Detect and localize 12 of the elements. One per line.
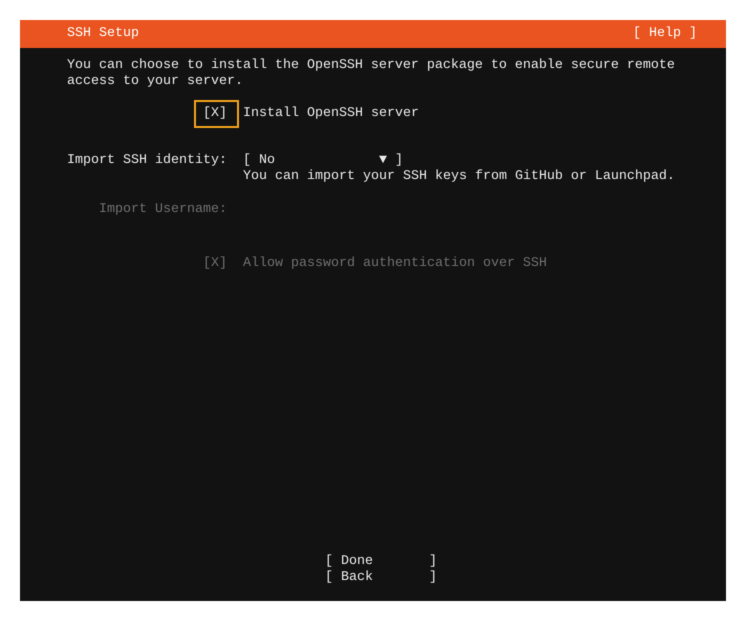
field-label: Import SSH identity: (67, 153, 227, 169)
back-button[interactable]: [ Back ] (325, 570, 437, 586)
checkbox-label: Install OpenSSH server (243, 106, 420, 122)
screen-title: SSH Setup (67, 26, 139, 42)
field-label: Import Username: (99, 202, 227, 218)
identity-dropdown[interactable]: [ No ▼ ] (243, 153, 403, 169)
help-button[interactable]: [ Help ] (633, 26, 697, 42)
hint-text: You can import your SSH keys from GitHub or Launchpad. (243, 169, 675, 185)
checkbox-label: Allow password authentication over SSH (243, 256, 548, 272)
description-text: You can choose to install the OpenSSH server package to enable secure remote access to your server. (67, 58, 676, 90)
done-button[interactable]: [ Done ] (325, 554, 437, 570)
checkbox[interactable]: [X] (194, 100, 239, 128)
